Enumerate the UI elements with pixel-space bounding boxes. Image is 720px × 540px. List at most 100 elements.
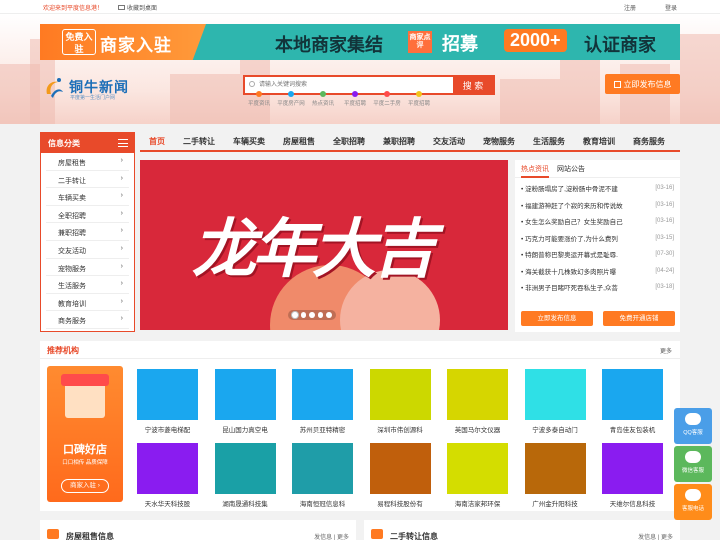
news-item[interactable]: • 巧克力可能要涨价了,为什么费列 [03-15] — [521, 230, 674, 247]
category-item[interactable]: 交友活动 › — [46, 241, 129, 259]
merchant-join-button[interactable]: 商家入驻 › — [61, 479, 109, 493]
category-item[interactable]: 教育培训 › — [46, 294, 129, 312]
tab-notice[interactable]: 网站公告 — [557, 164, 585, 173]
category-item[interactable]: 生活服务 › — [46, 276, 129, 294]
nav-item[interactable]: 宠物服务 — [474, 132, 524, 150]
main-nav: 首页 二手转让 车辆买卖 房屋租售 全职招聘 兼职招聘 交友活动 宠物服务 生活… — [140, 132, 680, 152]
org-name: 苏州贝亚特精密 — [299, 427, 346, 434]
qq-service-button[interactable]: QQ客服 — [674, 408, 712, 444]
register-link[interactable]: 注册 — [624, 3, 636, 12]
org-logo — [214, 443, 276, 494]
search-input[interactable] — [245, 77, 453, 93]
news-item[interactable]: • 淀粉肠塌房了,淀粉肠中骨泥不建 [03-16] — [521, 180, 674, 197]
org-tile[interactable]: 天水华天科技股 — [137, 443, 198, 511]
org-name: 海南洁家邦环保 — [454, 501, 501, 508]
org-name: 宁波多泰自动门 — [532, 427, 578, 434]
merchant-banner[interactable]: 免费入驻 商家入驻 本地商家集结 商家点评 招募 2000+ 认证商家 — [40, 24, 680, 60]
nav-item[interactable]: 房屋租售 — [274, 132, 324, 150]
org-name: 宁波市菱电梯配 — [144, 427, 191, 434]
org-logo — [292, 369, 353, 420]
nav-item[interactable]: 二手转让 — [174, 132, 224, 150]
good-shop-card[interactable]: 口碑好店 口口相传 品质保障 商家入驻 › — [47, 366, 123, 502]
house-section-header: 房屋租售信息 发信息 | 更多 — [40, 520, 356, 540]
section-title: 二手转让信息 — [390, 532, 438, 540]
phone-service-button[interactable]: 客服电话 — [674, 484, 712, 520]
hot-keyword[interactable]: 平度招聘 — [339, 91, 371, 107]
org-tile[interactable]: 广州金升阳科技 — [524, 443, 586, 511]
slide-dot[interactable] — [300, 312, 307, 318]
more-link[interactable]: 更多 — [660, 346, 672, 355]
org-logo — [524, 369, 586, 420]
org-tile[interactable]: 深圳市伟创源科 — [369, 369, 431, 437]
org-tile[interactable]: 易程科技股份有 — [369, 443, 431, 511]
chevron-right-icon: › — [120, 157, 123, 164]
news-item[interactable]: • 女生怎么奖励自己？女生奖励自己 [03-16] — [521, 213, 674, 230]
nav-item[interactable]: 商务服务 — [624, 132, 674, 150]
phone-icon — [685, 489, 701, 501]
hot-keyword[interactable]: 热点资讯 — [307, 91, 339, 107]
org-tile[interactable]: 海南洁家邦环保 — [447, 443, 508, 511]
nav-item[interactable]: 兼职招聘 — [374, 132, 424, 150]
nav-home[interactable]: 首页 — [140, 132, 174, 150]
hero-slide[interactable]: 龙年大吉 — [140, 160, 508, 330]
logo-slogan: 平度第一生活门户网 — [70, 95, 116, 101]
org-tile[interactable]: 青岛佳友包装机 — [602, 369, 663, 437]
wechat-service-button[interactable]: 微信客服 — [674, 446, 712, 482]
qq-icon — [685, 413, 701, 425]
slide-dot[interactable] — [326, 312, 332, 318]
news-item[interactable]: • 非洲男子目睹吓死吞私生子,众菩 [03-18] — [521, 279, 674, 296]
hot-keyword[interactable]: 平度资讯 — [243, 91, 275, 107]
search-button[interactable]: 搜 索 — [453, 77, 493, 93]
slide-dot[interactable] — [292, 312, 298, 318]
nav-item[interactable]: 车辆买卖 — [224, 132, 274, 150]
nav-item[interactable]: 生活服务 — [524, 132, 574, 150]
category-item[interactable]: 兼职招聘 › — [46, 223, 129, 241]
post-info-button[interactable]: 立即发布信息 — [521, 311, 593, 326]
org-name: 易程科技股份有 — [377, 501, 423, 508]
org-tile[interactable]: 昆山国力真空电 — [214, 369, 276, 437]
org-name: 天维尔信息科技 — [609, 501, 656, 508]
section-title: 推荐机构 — [47, 346, 79, 355]
org-logo — [602, 443, 663, 494]
category-item[interactable]: 房屋租售 › — [46, 153, 129, 171]
org-tile[interactable]: 湖南晟通科技集 — [214, 443, 276, 511]
org-tile[interactable]: 苏州贝亚特精密 — [292, 369, 353, 437]
slide-dot[interactable] — [309, 312, 315, 318]
org-tile[interactable]: 宁波多泰自动门 — [524, 369, 586, 437]
nav-item[interactable]: 交友活动 — [424, 132, 474, 150]
main-section: 信息分类 房屋租售 › 二手转让 › 车辆买卖 › 全职招聘 › 兼职招聘 › 交友活动 ›… — [40, 132, 680, 332]
site-logo[interactable]: 铜牛新闻 平度第一生活门户网 — [43, 76, 163, 102]
org-tile[interactable]: 天维尔信息科技 — [602, 443, 663, 511]
hot-keyword[interactable]: 平度招聘 — [403, 91, 435, 107]
category-item[interactable]: 车辆买卖 › — [46, 188, 129, 206]
category-item[interactable]: 商务服务 › — [46, 311, 129, 329]
category-item[interactable]: 二手转让 › — [46, 171, 129, 189]
chevron-right-icon: › — [120, 315, 123, 323]
section-links[interactable]: 发信息 | 更多 — [638, 532, 673, 540]
hot-keyword[interactable]: 平度二手房 — [371, 91, 403, 107]
login-link[interactable]: 登录 — [665, 3, 677, 12]
news-item[interactable]: • 福建游神赶了个寂的来历和传说故 [03-16] — [521, 197, 674, 214]
open-shop-button[interactable]: 免费开通店铺 — [603, 311, 675, 326]
org-name: 深圳市伟创源科 — [377, 427, 423, 434]
org-tile[interactable]: 宁波市菱电梯配 — [137, 369, 198, 437]
card-title: 口碑好店 — [63, 444, 107, 456]
nav-item[interactable]: 教育培训 — [574, 132, 624, 150]
org-name: 天水华天科技股 — [144, 501, 191, 508]
slide-dot[interactable] — [317, 312, 324, 318]
org-tile[interactable]: 海南恒冠信息科 — [292, 443, 353, 511]
hot-keyword[interactable]: 平度房产网 — [275, 91, 307, 107]
tab-hot-news[interactable]: 热点资讯 — [521, 164, 549, 178]
category-item[interactable]: 宠物服务 › — [46, 259, 129, 277]
news-item[interactable]: • 特朗普称巴黎奥运开幕式是耻辱. [07-30] — [521, 246, 674, 263]
org-tile[interactable]: 英国马尔文仪器 — [447, 369, 508, 437]
section-links[interactable]: 发信息 | 更多 — [314, 532, 349, 540]
nav-item[interactable]: 全职招聘 — [324, 132, 374, 150]
publish-button[interactable]: 立即发布信息 — [605, 74, 680, 94]
news-item[interactable]: • 海关截获十几株致幻多肉照片曝 [04-24] — [521, 263, 674, 280]
org-logo — [369, 443, 431, 494]
org-name: 昆山国力真空电 — [222, 427, 268, 434]
category-item[interactable]: 全职招聘 › — [46, 206, 129, 224]
chevron-right-icon: › — [120, 244, 123, 252]
bookmark-link[interactable]: 收藏到桌面 — [118, 3, 157, 12]
